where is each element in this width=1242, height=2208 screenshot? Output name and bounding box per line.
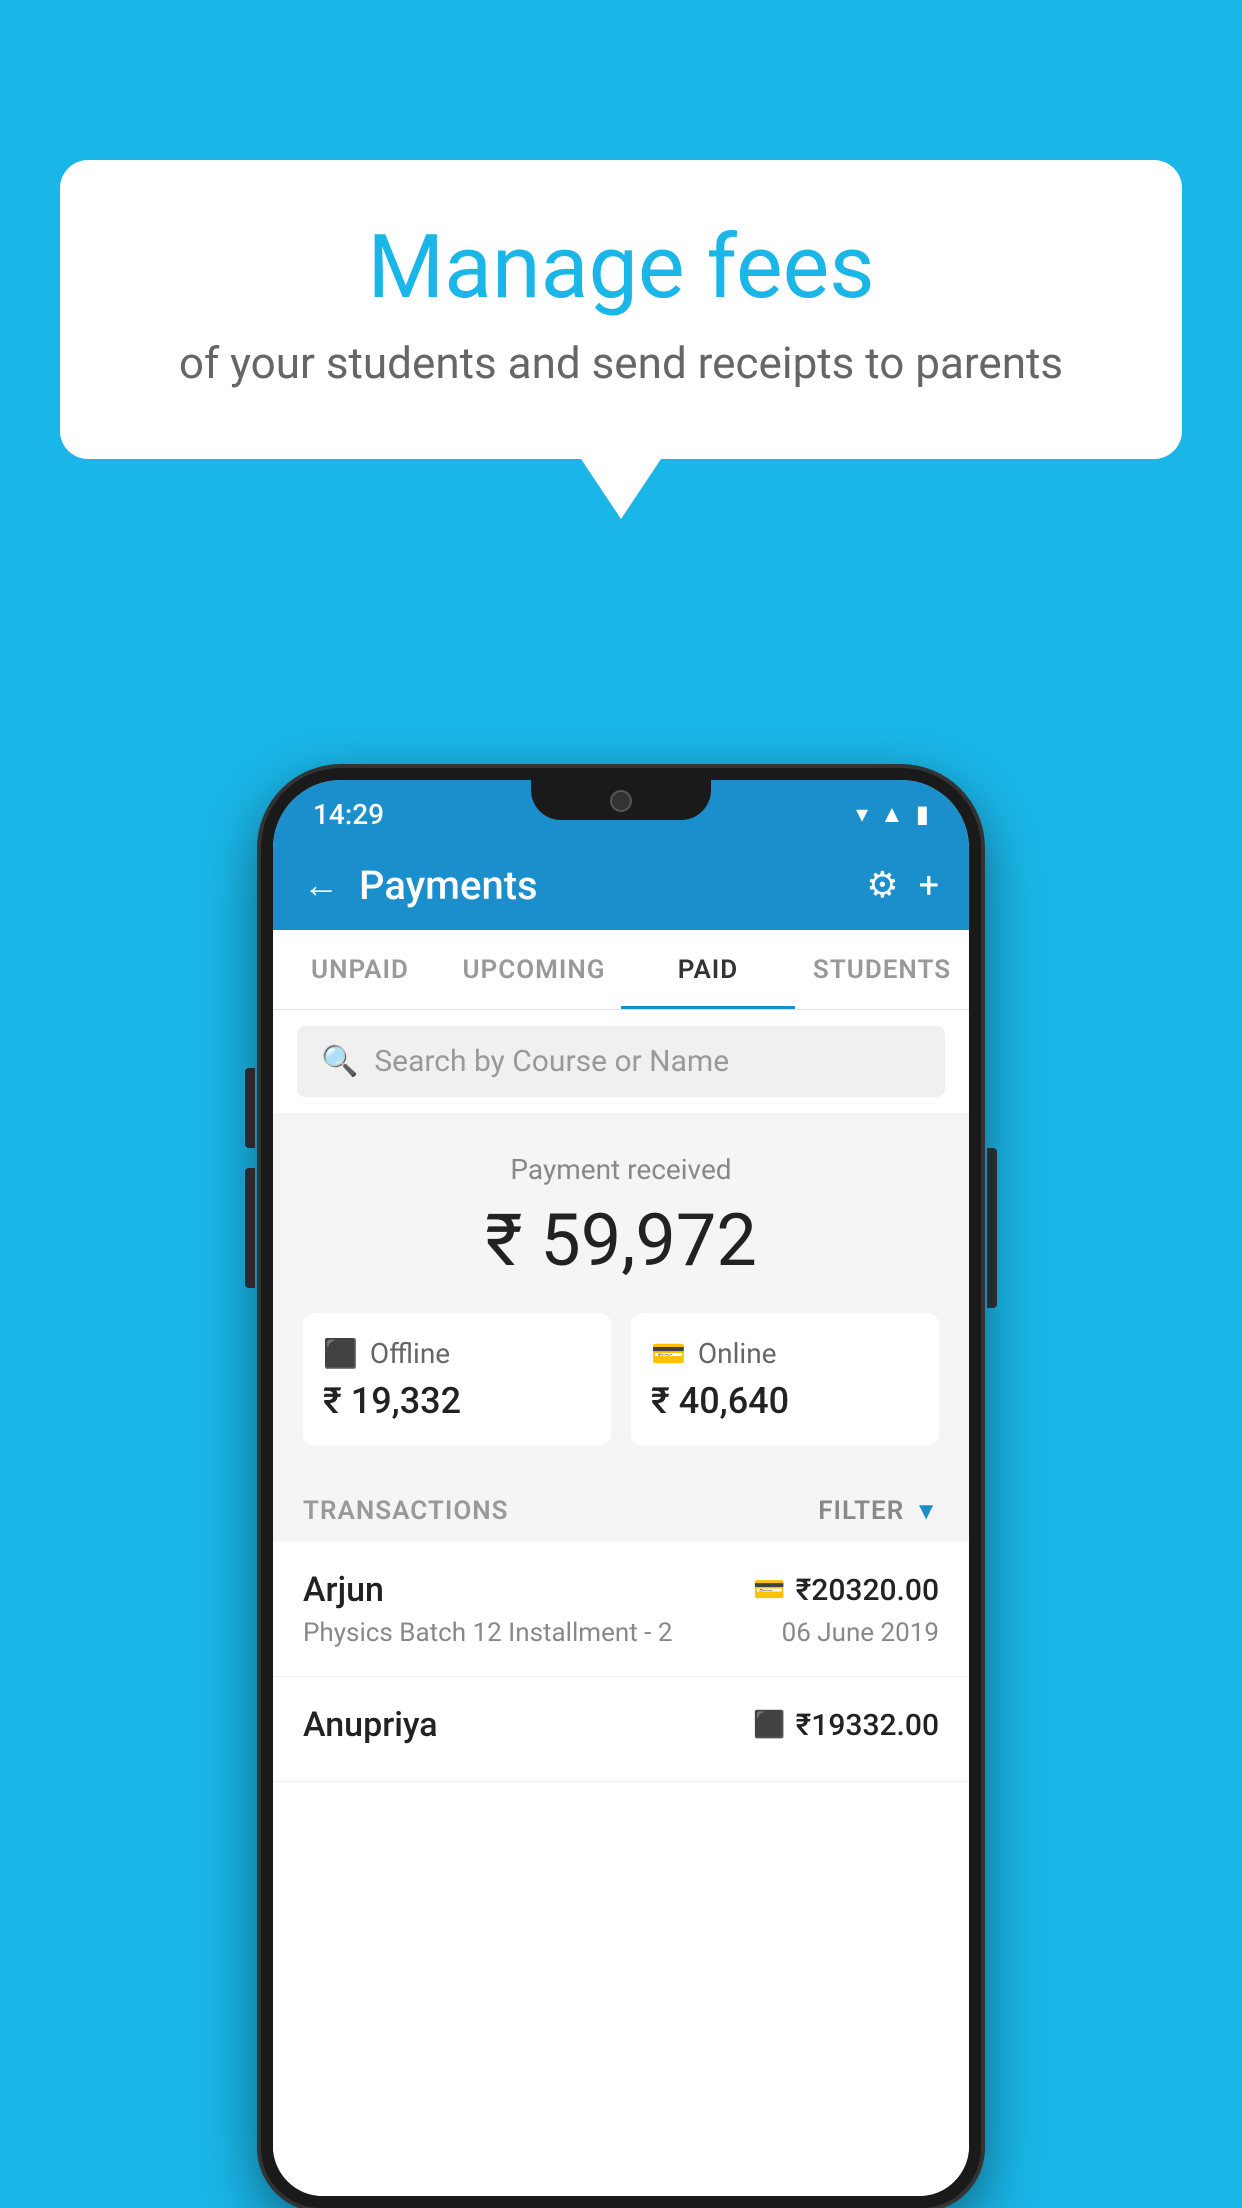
tabs: UNPAID UPCOMING PAID STUDENTS bbox=[273, 930, 969, 1010]
status-icons: ▾ ▲ ▮ bbox=[856, 800, 929, 829]
payment-received-label: Payment received bbox=[303, 1153, 939, 1186]
transaction-amount: ₹20320.00 bbox=[796, 1573, 939, 1608]
transaction-description: Physics Batch 12 Installment - 2 bbox=[303, 1618, 672, 1648]
phone-device: 14:29 ▾ ▲ ▮ ← Payments ⚙ + UNPAID UPCOMI… bbox=[261, 768, 981, 2208]
speech-bubble: Manage fees of your students and send re… bbox=[60, 160, 1182, 459]
offline-card-header: ⬛ Offline bbox=[323, 1337, 591, 1370]
online-icon: 💳 bbox=[651, 1337, 686, 1370]
phone-notch bbox=[531, 780, 711, 820]
transaction-type-icon: 💳 bbox=[753, 1575, 785, 1605]
tab-students[interactable]: STUDENTS bbox=[795, 930, 969, 1009]
phone-screen: 14:29 ▾ ▲ ▮ ← Payments ⚙ + UNPAID UPCOMI… bbox=[273, 780, 969, 2196]
online-label: Online bbox=[698, 1337, 777, 1370]
search-box[interactable]: 🔍 Search by Course or Name bbox=[297, 1026, 945, 1097]
offline-icon: ⬛ bbox=[323, 1337, 358, 1370]
online-card-header: 💳 Online bbox=[651, 1337, 919, 1370]
transactions-header: TRANSACTIONS FILTER ▼ bbox=[273, 1476, 969, 1542]
table-row[interactable]: Arjun 💳 ₹20320.00 Physics Batch 12 Insta… bbox=[273, 1542, 969, 1677]
offline-label: Offline bbox=[370, 1337, 450, 1370]
transaction-name: Anupriya bbox=[303, 1705, 438, 1745]
payment-summary: Payment received ₹ 59,972 ⬛ Offline ₹ 19… bbox=[273, 1113, 969, 1476]
filter-icon: ▼ bbox=[914, 1497, 939, 1526]
add-button[interactable]: + bbox=[919, 864, 939, 906]
speech-bubble-tail bbox=[581, 459, 661, 519]
speech-bubble-title: Manage fees bbox=[140, 220, 1102, 317]
transaction-amount-container: ⬛ ₹19332.00 bbox=[753, 1708, 939, 1743]
filter-button[interactable]: FILTER ▼ bbox=[818, 1496, 939, 1526]
volume-up-button bbox=[245, 1068, 255, 1148]
filter-label: FILTER bbox=[818, 1496, 904, 1526]
wifi-icon: ▾ bbox=[856, 800, 868, 828]
battery-icon: ▮ bbox=[916, 800, 929, 828]
transaction-type-icon: ⬛ bbox=[753, 1710, 785, 1740]
speech-bubble-subtitle: of your students and send receipts to pa… bbox=[140, 337, 1102, 389]
search-icon: 🔍 bbox=[321, 1044, 358, 1079]
tab-paid[interactable]: PAID bbox=[621, 930, 795, 1009]
front-camera bbox=[610, 790, 632, 812]
transaction-row-top: Anupriya ⬛ ₹19332.00 bbox=[303, 1705, 939, 1745]
offline-payment-card: ⬛ Offline ₹ 19,332 bbox=[303, 1313, 611, 1446]
online-payment-card: 💳 Online ₹ 40,640 bbox=[631, 1313, 939, 1446]
transactions-list: Arjun 💳 ₹20320.00 Physics Batch 12 Insta… bbox=[273, 1542, 969, 2196]
tab-upcoming[interactable]: UPCOMING bbox=[447, 930, 621, 1009]
search-placeholder: Search by Course or Name bbox=[374, 1044, 729, 1079]
transaction-row-top: Arjun 💳 ₹20320.00 bbox=[303, 1570, 939, 1610]
transactions-label: TRANSACTIONS bbox=[303, 1496, 509, 1526]
tab-unpaid[interactable]: UNPAID bbox=[273, 930, 447, 1009]
transaction-name: Arjun bbox=[303, 1570, 384, 1610]
online-amount: ₹ 40,640 bbox=[651, 1380, 919, 1422]
transaction-amount: ₹19332.00 bbox=[796, 1708, 939, 1743]
signal-icon: ▲ bbox=[880, 800, 904, 829]
transaction-row-bottom: Physics Batch 12 Installment - 2 06 June… bbox=[303, 1618, 939, 1648]
transaction-amount-container: 💳 ₹20320.00 bbox=[753, 1573, 939, 1608]
settings-button[interactable]: ⚙ bbox=[866, 864, 898, 906]
payment-total-amount: ₹ 59,972 bbox=[303, 1198, 939, 1283]
speech-bubble-container: Manage fees of your students and send re… bbox=[60, 160, 1182, 519]
app-bar: ← Payments ⚙ + bbox=[273, 840, 969, 930]
transaction-date: 06 June 2019 bbox=[782, 1618, 939, 1648]
volume-down-button bbox=[245, 1168, 255, 1288]
status-time: 14:29 bbox=[313, 798, 384, 831]
app-title: Payments bbox=[359, 862, 846, 909]
payment-cards: ⬛ Offline ₹ 19,332 💳 Online ₹ 40,640 bbox=[303, 1313, 939, 1446]
table-row[interactable]: Anupriya ⬛ ₹19332.00 bbox=[273, 1677, 969, 1782]
search-container: 🔍 Search by Course or Name bbox=[273, 1010, 969, 1113]
power-button bbox=[987, 1148, 997, 1308]
offline-amount: ₹ 19,332 bbox=[323, 1380, 591, 1422]
back-button[interactable]: ← bbox=[303, 864, 339, 906]
main-content: 🔍 Search by Course or Name Payment recei… bbox=[273, 1010, 969, 2196]
